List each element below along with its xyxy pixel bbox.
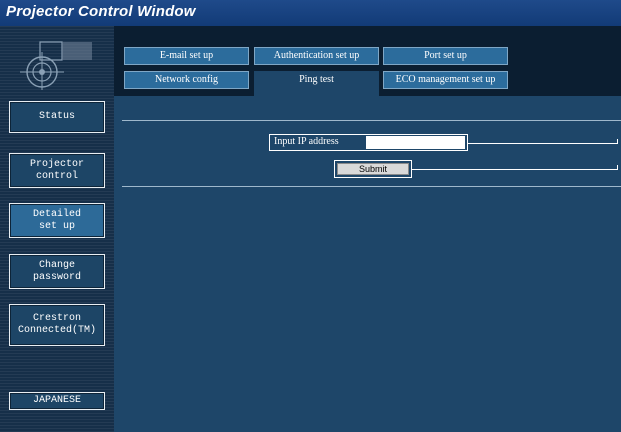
callout-line-ip (468, 143, 618, 144)
window-title: Projector Control Window (6, 3, 196, 20)
sidebar-item-projector-control[interactable]: Projector control (9, 153, 105, 188)
network-globe-logo-icon (20, 41, 92, 90)
tab-authentication-set-up[interactable]: Authentication set up (254, 47, 379, 65)
divider-bottom (122, 186, 621, 187)
tab-network-config[interactable]: Network config (124, 71, 249, 89)
main-panel: E-mail set up Authentication set up Port… (114, 26, 621, 432)
callout-tick-submit (617, 165, 618, 170)
callout-tick-ip (617, 139, 618, 144)
divider-top (122, 120, 621, 121)
sidebar-item-status[interactable]: Status (9, 101, 105, 133)
ip-address-label: Input IP address (274, 136, 339, 147)
window-titlebar: Projector Control Window (0, 0, 621, 26)
tab-port-set-up[interactable]: Port set up (383, 47, 508, 65)
sidebar: Status Projector control Detailed set up… (0, 26, 114, 432)
sidebar-item-crestron-connected[interactable]: Crestron Connected(TM) (9, 304, 105, 346)
projector-control-window: Projector Control Window Status Projecto… (0, 0, 621, 432)
callout-line-submit (412, 169, 618, 170)
language-japanese-button[interactable]: JAPANESE (9, 392, 105, 410)
sidebar-item-detailed-set-up[interactable]: Detailed set up (9, 203, 105, 238)
tab-ping-test[interactable]: Ping test (254, 71, 379, 97)
ip-address-input[interactable] (366, 136, 465, 149)
submit-button[interactable]: Submit (337, 163, 409, 175)
sidebar-item-change-password[interactable]: Change password (9, 254, 105, 289)
tab-email-set-up[interactable]: E-mail set up (124, 47, 249, 65)
tab-eco-management-set-up[interactable]: ECO management set up (383, 71, 508, 89)
ip-address-row: Input IP address (269, 134, 468, 151)
submit-button-frame: Submit (334, 160, 412, 178)
